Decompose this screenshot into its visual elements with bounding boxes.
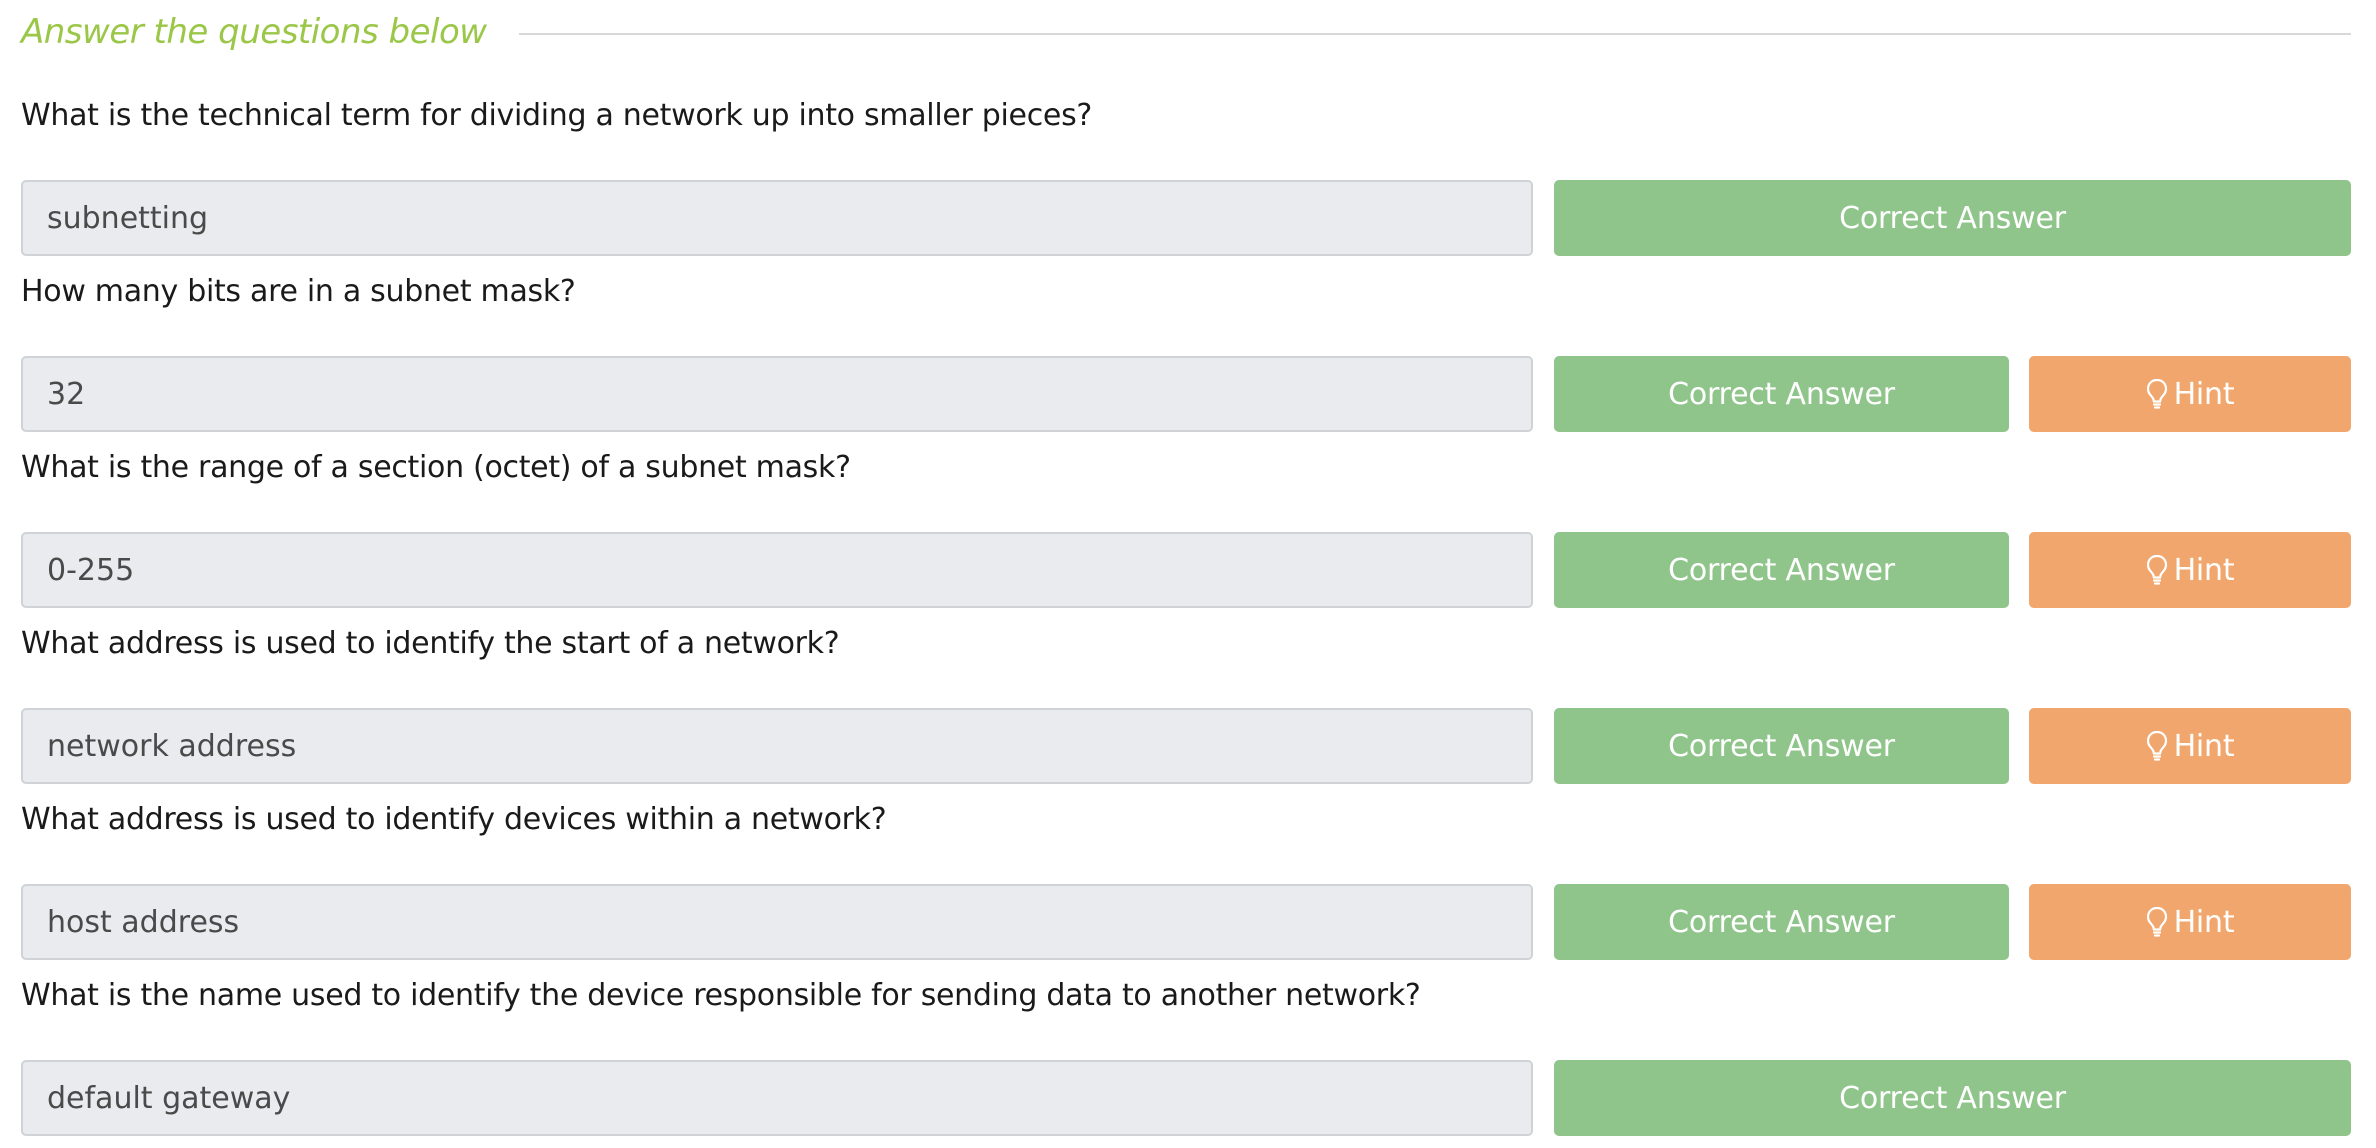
question-label: What is the name used to identify the de…	[21, 978, 1421, 1013]
correct-answer-button[interactable]: Correct Answer	[1554, 708, 2009, 784]
answer-input[interactable]	[21, 1060, 1533, 1136]
correct-answer-button[interactable]: Correct Answer	[1554, 356, 2009, 432]
hint-label: Hint	[2173, 376, 2235, 412]
lightbulb-icon	[2146, 906, 2168, 938]
question-3: What is the range of a section (octet) o…	[21, 446, 2351, 608]
correct-answer-button[interactable]: Correct Answer	[1554, 180, 2351, 256]
answer-input[interactable]	[21, 532, 1533, 608]
question-label: What address is used to identify the sta…	[21, 626, 840, 661]
answer-row: Correct Answer	[21, 180, 2351, 256]
question-1: What is the technical term for dividing …	[21, 94, 2351, 256]
answer-row: Correct Answer	[21, 1060, 2351, 1136]
question-2: How many bits are in a subnet mask? Corr…	[21, 270, 2351, 432]
question-6: What is the name used to identify the de…	[21, 974, 2351, 1136]
answer-row: Correct Answer Hint	[21, 708, 2351, 784]
answer-input[interactable]	[21, 180, 1533, 256]
question-label: What is the range of a section (octet) o…	[21, 450, 851, 485]
answer-row: Correct Answer Hint	[21, 884, 2351, 960]
hint-button[interactable]: Hint	[2029, 532, 2351, 608]
question-label: How many bits are in a subnet mask?	[21, 274, 576, 309]
answer-input[interactable]	[21, 356, 1533, 432]
question-5: What address is used to identify devices…	[21, 798, 2351, 960]
section-divider	[518, 33, 2351, 35]
lightbulb-icon	[2146, 378, 2168, 410]
question-label: What address is used to identify devices…	[21, 802, 887, 837]
questions-panel: Answer the questions below What is the t…	[0, 0, 2376, 1148]
section-title: Answer the questions below	[21, 12, 487, 52]
question-4: What address is used to identify the sta…	[21, 622, 2351, 784]
lightbulb-icon	[2146, 554, 2168, 586]
lightbulb-icon	[2146, 730, 2168, 762]
hint-button[interactable]: Hint	[2029, 356, 2351, 432]
hint-label: Hint	[2173, 728, 2235, 764]
correct-answer-button[interactable]: Correct Answer	[1554, 532, 2009, 608]
answer-input[interactable]	[21, 884, 1533, 960]
correct-answer-button[interactable]: Correct Answer	[1554, 884, 2009, 960]
answer-row: Correct Answer Hint	[21, 532, 2351, 608]
section-header: Answer the questions below	[21, 6, 2351, 58]
answer-input[interactable]	[21, 708, 1533, 784]
hint-button[interactable]: Hint	[2029, 884, 2351, 960]
answer-row: Correct Answer Hint	[21, 356, 2351, 432]
correct-answer-button[interactable]: Correct Answer	[1554, 1060, 2351, 1136]
hint-button[interactable]: Hint	[2029, 708, 2351, 784]
hint-label: Hint	[2173, 904, 2235, 940]
hint-label: Hint	[2173, 552, 2235, 588]
question-label: What is the technical term for dividing …	[21, 98, 1093, 133]
